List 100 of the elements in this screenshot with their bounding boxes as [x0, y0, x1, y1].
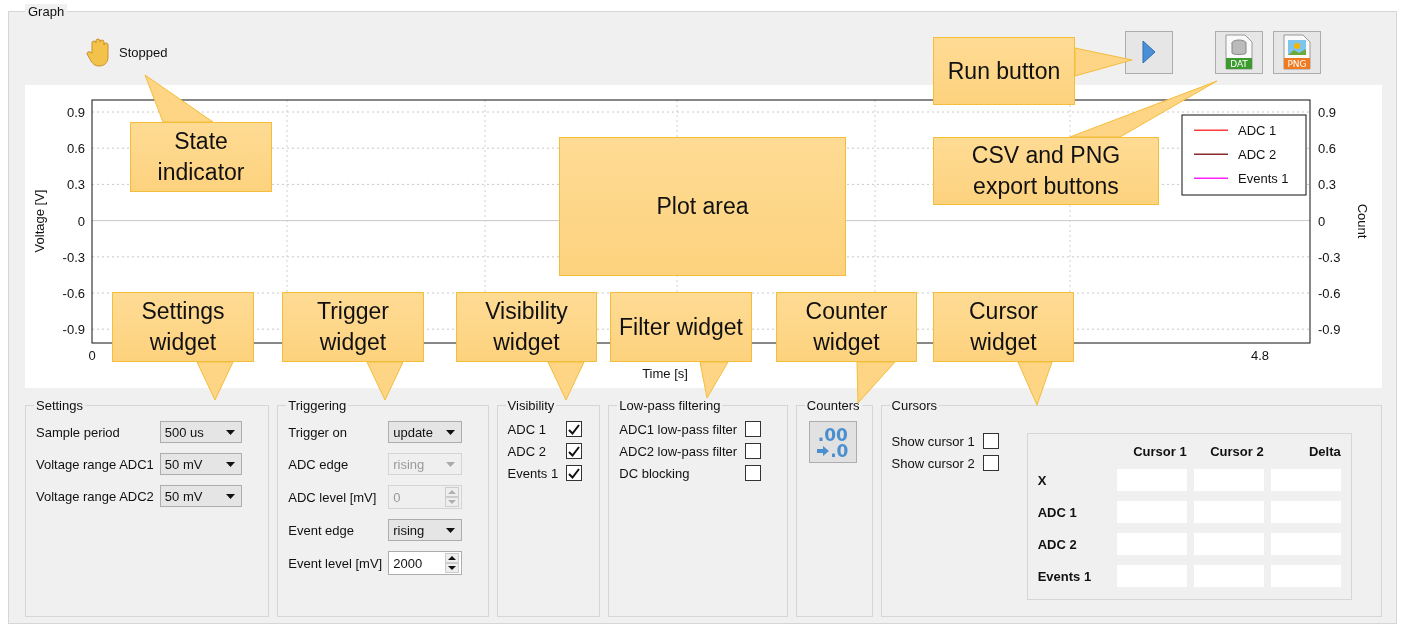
checkbox[interactable] [566, 421, 583, 437]
axis-tick-label: -0.9 [62, 322, 85, 338]
axis-tick-label: 0 [1318, 213, 1326, 229]
checkbox[interactable] [566, 443, 583, 459]
axis-tick-label: 0.9 [1318, 105, 1337, 120]
callout-pointer [145, 75, 213, 122]
callout: Settings widget [112, 292, 254, 362]
column-header: Cursor 2 [1209, 444, 1264, 459]
axis-tick-label: -0.6 [62, 286, 85, 301]
row-header: ADC 2 [1037, 536, 1078, 552]
axis-tick-label: 0.9 [66, 105, 85, 120]
state-label: Stopped [119, 44, 168, 60]
panel-title: Triggering [287, 398, 348, 413]
spin-box[interactable]: 2000 [388, 551, 463, 575]
callout-pointer [367, 362, 403, 400]
axis-tick-label: 4.8 [1250, 348, 1270, 363]
axis-title: Count [1355, 203, 1370, 239]
checkbox[interactable] [745, 465, 762, 481]
callout-pointer [857, 362, 895, 403]
dropdown[interactable]: update [388, 421, 463, 443]
callout-pointer [1075, 48, 1132, 76]
column-header: Cursor 1 [1132, 444, 1187, 459]
field-label: Voltage range ADC2 [36, 488, 154, 504]
caret-icon [225, 461, 235, 467]
row-header: Events 1 [1037, 568, 1093, 584]
legend-label: ADC 2 [1238, 147, 1277, 162]
play-icon [1142, 40, 1156, 64]
caret-icon [446, 527, 456, 533]
caret-icon [446, 429, 456, 435]
callout: Run button [933, 37, 1075, 105]
dropdown[interactable]: rising [388, 519, 463, 541]
check-icon [568, 445, 581, 457]
callout-pointer [1018, 362, 1052, 405]
panel-title: Cursors [890, 398, 939, 413]
callout: Trigger widget [282, 292, 424, 362]
checkbox-label: DC blocking [619, 465, 691, 481]
axis-tick-label: -0.3 [1318, 249, 1341, 265]
field-label: Trigger on [288, 424, 349, 440]
file-type-label: DAT [1230, 59, 1248, 69]
callout: CSV and PNG export buttons [933, 137, 1159, 205]
group-title: Graph [25, 4, 68, 19]
field-label: Event level [mV] [288, 555, 383, 571]
field-label: Event edge [288, 522, 356, 538]
axis-tick-label: 0.3 [1318, 177, 1337, 193]
panel-title: Visibility [506, 398, 556, 413]
axis-tick-label: -0.3 [62, 249, 85, 265]
file-type-label: PNG [1287, 59, 1307, 69]
axis-tick-label: 0 [77, 213, 85, 229]
field-label: ADC edge [288, 456, 350, 472]
caret-icon [225, 429, 235, 435]
checkbox-label: Events 1 [507, 465, 559, 481]
axis-title: Voltage [V] [32, 189, 47, 253]
dropdown[interactable]: 50 mV [159, 485, 242, 507]
row-header: X [1037, 472, 1048, 488]
checkbox-label: Show cursor 1 [891, 433, 975, 449]
column-header: Delta [1307, 444, 1341, 459]
checkbox-label: ADC2 low-pass filter [619, 443, 738, 459]
legend-label: Events 1 [1238, 171, 1289, 186]
axis-tick-label: -0.9 [1318, 322, 1341, 338]
callout: State indicator [130, 122, 272, 192]
checkbox-label: ADC 1 [507, 421, 547, 437]
axis-title: Time [s] [642, 366, 688, 381]
legend-label: ADC 1 [1238, 123, 1277, 138]
check-icon [568, 467, 581, 479]
caret-icon [225, 493, 235, 499]
panel-title: Counters [805, 398, 861, 413]
callout: Visibility widget [456, 292, 597, 362]
callout-pointer [700, 362, 728, 398]
axis-tick-label: 0.3 [66, 177, 85, 193]
spin-arrows-icon[interactable] [445, 553, 460, 573]
checkbox-label: ADC1 low-pass filter [619, 421, 738, 437]
field-label: ADC level [mV] [288, 489, 378, 505]
field-label: Sample period [36, 424, 121, 440]
run-button[interactable] [1125, 30, 1173, 74]
panel-title: Low-pass filtering [618, 398, 722, 413]
checkbox-label: ADC 2 [507, 443, 547, 459]
callout: Counter widget [776, 292, 917, 362]
checkbox[interactable] [982, 455, 999, 471]
dropdown[interactable]: 500 us [159, 421, 242, 443]
checkbox[interactable] [745, 443, 762, 459]
callout: Filter widget [610, 292, 752, 362]
hand-icon [85, 37, 111, 67]
check-icon [568, 423, 581, 435]
axis-tick-label: 0.6 [1318, 141, 1337, 157]
dropdown[interactable]: 50 mV [159, 453, 242, 475]
axis-tick-label: 0 [88, 348, 96, 363]
callout-pointer [548, 362, 584, 400]
callout: Cursor widget [933, 292, 1074, 362]
checkbox[interactable] [982, 433, 999, 449]
checkbox[interactable] [745, 421, 762, 437]
field-label: Voltage range ADC1 [36, 456, 154, 472]
axis-tick-label: -0.6 [1318, 286, 1341, 301]
callout: Plot area [559, 137, 846, 276]
row-header: ADC 1 [1037, 504, 1078, 520]
arrow-icon [817, 446, 830, 456]
checkbox-label: Show cursor 2 [891, 455, 975, 471]
panel-title: Settings [35, 398, 84, 413]
export-button[interactable]: DAT [1215, 30, 1263, 74]
caret-icon [446, 461, 456, 467]
checkbox[interactable] [566, 465, 583, 481]
